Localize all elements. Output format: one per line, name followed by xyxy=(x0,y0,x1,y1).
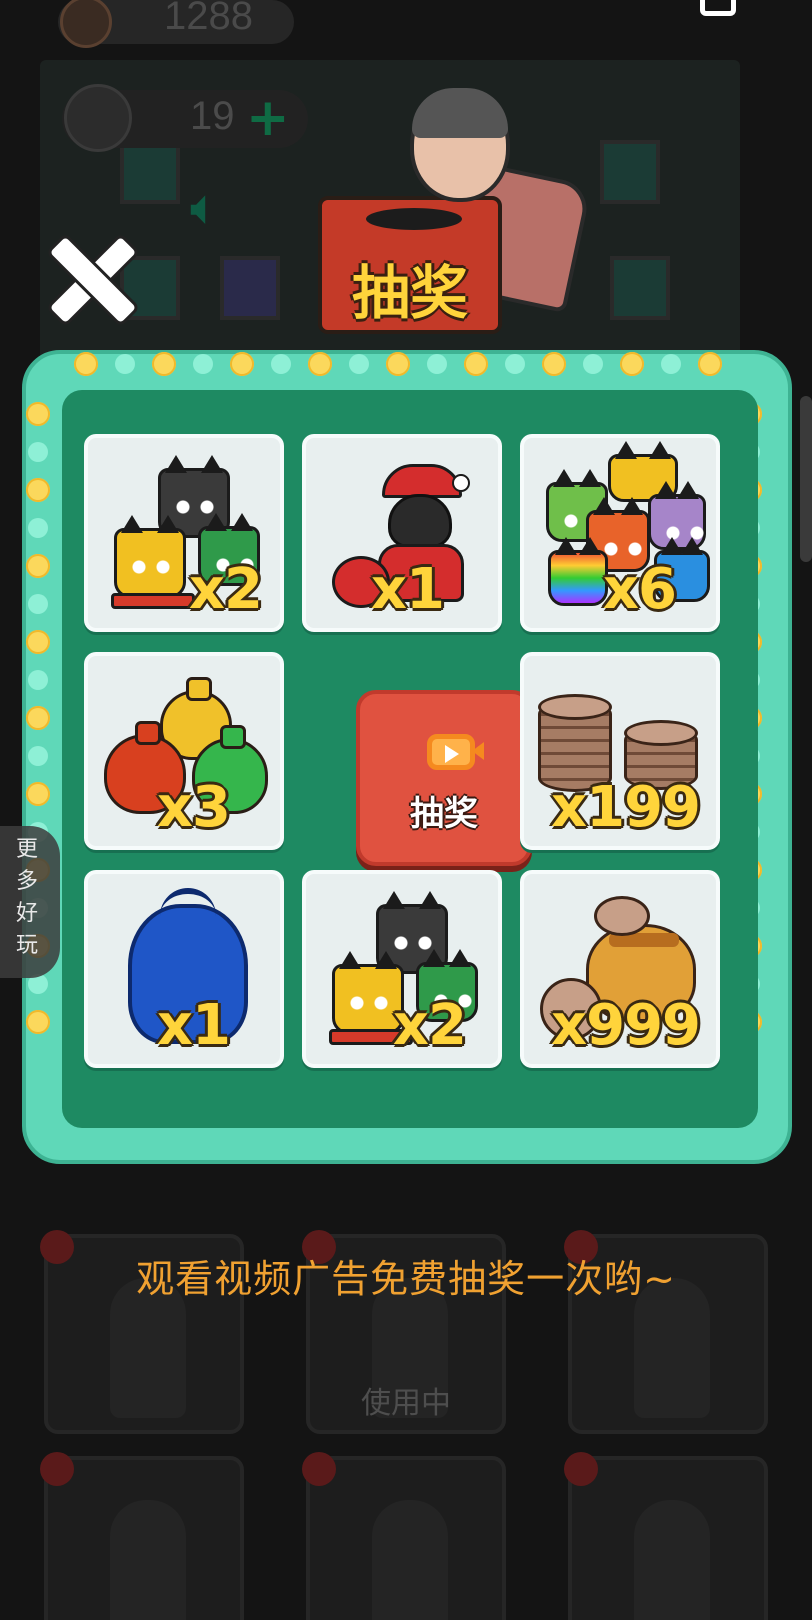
board-light xyxy=(542,352,566,376)
board-light xyxy=(28,594,48,614)
santa-hat xyxy=(382,464,462,498)
board-light xyxy=(349,354,369,374)
scrollbar[interactable] xyxy=(800,396,812,562)
board-light xyxy=(74,352,98,376)
prize-quantity: x3 xyxy=(156,775,231,840)
video-icon xyxy=(427,734,475,770)
close-button[interactable] xyxy=(48,236,137,324)
cat-pet-icon xyxy=(111,515,195,609)
wardrobe-dot xyxy=(564,1452,598,1486)
board-light xyxy=(115,354,135,374)
prize-cell[interactable]: x1 xyxy=(302,434,502,632)
board-light xyxy=(26,554,50,578)
coin-icon xyxy=(594,896,650,936)
draw-button-label: 抽奖 xyxy=(410,794,478,834)
free-draw-hint: 观看视频广告免费抽奖一次哟~ xyxy=(136,1257,676,1301)
board-light xyxy=(583,354,603,374)
prize-cell[interactable]: x2 xyxy=(302,870,502,1068)
energy-value: 19 xyxy=(190,94,235,138)
board-light xyxy=(28,442,48,462)
board-light xyxy=(26,478,50,502)
draw-box-slot xyxy=(366,208,462,230)
in-use-label: 使用中 xyxy=(361,1386,451,1421)
board-light xyxy=(193,354,213,374)
coin-top xyxy=(624,720,698,746)
energy-counter: 19 + xyxy=(62,84,308,152)
prize-cell[interactable]: x2 xyxy=(84,434,284,632)
lottery-screen: 1288 19 + 🔈︎ 抽奖 x2 x1 x6 x3 抽奖 x199 x1 x… xyxy=(0,0,812,1620)
prize-cell[interactable]: x3 xyxy=(84,652,284,850)
wardrobe-dot xyxy=(40,1452,74,1486)
board-light xyxy=(230,352,254,376)
prize-cell[interactable]: x999 xyxy=(520,870,720,1068)
board-light xyxy=(26,1010,50,1034)
board-light xyxy=(26,630,50,654)
board-light xyxy=(152,352,176,376)
more-fun-char: 更 xyxy=(16,837,39,862)
cat-eyes xyxy=(129,559,173,575)
cat-base xyxy=(111,593,195,609)
speaker-icon[interactable]: 🔈︎ xyxy=(190,178,270,238)
more-fun-char: 多 xyxy=(16,869,39,894)
board-light xyxy=(620,352,644,376)
energy-icon xyxy=(64,84,132,152)
coin-avatar-icon xyxy=(60,0,112,48)
draw-button[interactable]: 抽奖 xyxy=(356,690,532,866)
board-light xyxy=(28,518,48,538)
board-light xyxy=(464,352,488,376)
prize-quantity: x999 xyxy=(550,993,701,1058)
video-icon-lens xyxy=(472,742,484,760)
house-window xyxy=(220,256,280,320)
wardrobe-figure xyxy=(372,1500,448,1620)
board-light xyxy=(26,706,50,730)
board-light xyxy=(427,354,447,374)
coin-top xyxy=(538,694,612,720)
draw-box-title: 抽奖 xyxy=(351,259,468,327)
prize-quantity: x6 xyxy=(602,557,677,622)
board-light xyxy=(505,354,525,374)
coin-value: 1288 xyxy=(164,0,253,38)
prize-quantity: x199 xyxy=(550,775,701,840)
share-icon[interactable] xyxy=(700,0,736,16)
prize-cell[interactable]: x199 xyxy=(520,652,720,850)
board-light xyxy=(26,782,50,806)
lottery-board: x2 x1 x6 x3 抽奖 x199 x1 x2 x999 xyxy=(22,350,792,1164)
prize-cell[interactable]: x6 xyxy=(520,434,720,632)
prize-cell[interactable]: x1 xyxy=(84,870,284,1068)
wardrobe-slot xyxy=(564,1452,768,1620)
coin-counter: 1288 xyxy=(58,0,294,48)
more-fun-char: 好 xyxy=(16,901,39,926)
cat-eyes xyxy=(601,541,645,557)
prize-quantity: x2 xyxy=(392,993,467,1058)
plus-icon[interactable]: + xyxy=(246,88,290,148)
board-light xyxy=(698,352,722,376)
wardrobe-figure xyxy=(634,1500,710,1620)
board-light xyxy=(271,354,291,374)
more-fun-tab[interactable]: 更 多 好 玩 xyxy=(0,826,60,978)
house-window xyxy=(600,140,660,204)
cat-eyes xyxy=(347,995,391,1011)
prize-quantity: x2 xyxy=(188,557,263,622)
rainbow-cat-icon xyxy=(548,537,608,606)
board-light xyxy=(308,352,332,376)
board-light xyxy=(386,352,410,376)
board-light xyxy=(28,670,48,690)
board-light xyxy=(28,746,48,766)
board-light xyxy=(26,402,50,426)
santa-head xyxy=(388,494,452,548)
wardrobe-slot xyxy=(40,1452,244,1620)
prize-quantity: x1 xyxy=(156,993,231,1058)
house-window xyxy=(120,140,180,204)
prize-grid: x2 x1 x6 x3 抽奖 x199 x1 x2 x999 xyxy=(62,390,758,1128)
wardrobe-dot xyxy=(302,1452,336,1486)
prize-quantity: x1 xyxy=(370,557,445,622)
wardrobe-figure xyxy=(110,1500,186,1620)
wardrobe-slot xyxy=(302,1452,506,1620)
board-light xyxy=(661,354,681,374)
draw-box: 抽奖 xyxy=(318,196,502,334)
house-window xyxy=(610,256,670,320)
more-fun-char: 玩 xyxy=(16,933,39,958)
santa-pom xyxy=(452,474,470,492)
